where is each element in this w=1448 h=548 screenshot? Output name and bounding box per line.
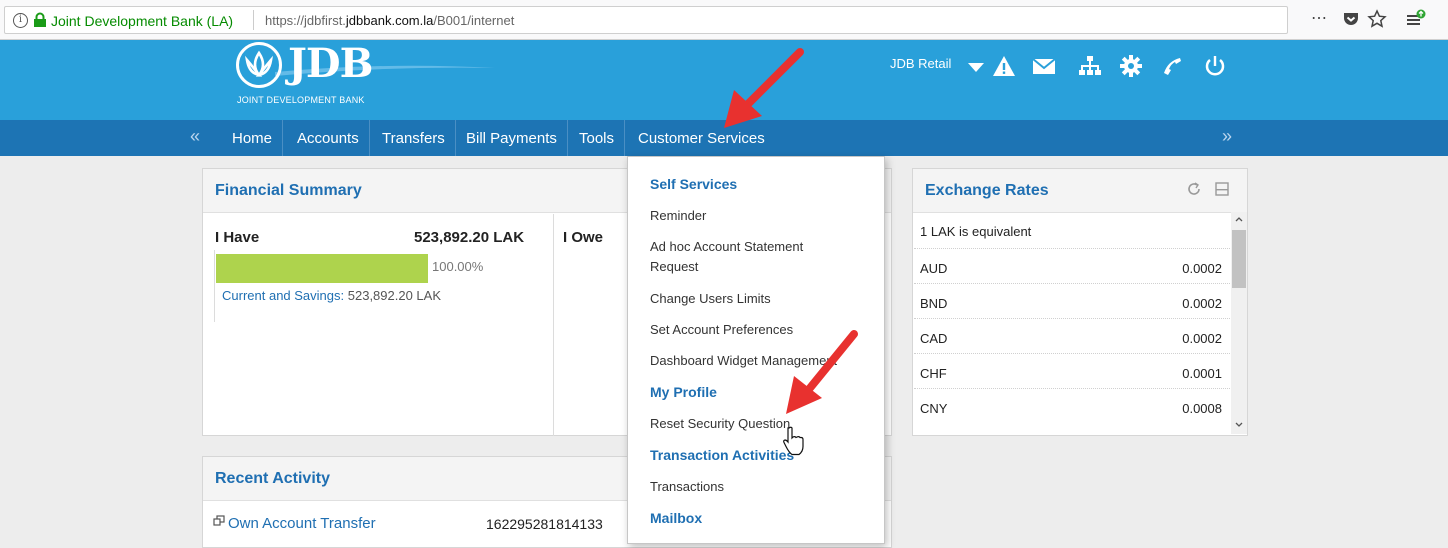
exchange-currency: CAD	[920, 331, 948, 346]
menu-item-change-user-limits[interactable]: Change Users Limits	[650, 289, 868, 309]
hand-cursor-icon	[783, 426, 804, 456]
nav-home[interactable]: Home	[222, 120, 284, 156]
exchange-value: 0.0008	[1182, 401, 1222, 416]
gear-icon[interactable]	[1119, 54, 1143, 78]
retail-label[interactable]: JDB Retail	[890, 56, 951, 71]
exchange-currency: CHF	[920, 366, 947, 381]
logo-lotus-icon	[236, 42, 282, 88]
exchange-currency: CNY	[920, 401, 948, 416]
exchange-value: 0.0002	[1182, 331, 1222, 346]
exchange-value: 0.0002	[1182, 261, 1222, 276]
warning-icon[interactable]	[992, 54, 1016, 78]
exchange-row: CHF 0.0001	[914, 354, 1230, 389]
nav-scroll-left-icon[interactable]: «	[190, 126, 200, 147]
lock-icon	[34, 12, 46, 27]
exchange-rates-title: Exchange Rates	[925, 182, 1049, 199]
summary-divider	[553, 214, 554, 436]
nav-accounts[interactable]: Accounts	[287, 120, 370, 156]
url-bar[interactable]: i Joint Development Bank (LA) https://jd…	[4, 6, 1288, 34]
recent-activity-title: Recent Activity	[215, 470, 330, 487]
exchange-row: AUD 0.0002	[914, 249, 1230, 284]
site-identity[interactable]: Joint Development Bank (LA)	[51, 13, 233, 29]
exchange-scrollbar-thumb[interactable]	[1232, 230, 1246, 288]
logo-subtitle: JOINT DEVELOPMENT BANK	[237, 95, 365, 105]
caret-down-icon[interactable]	[966, 54, 986, 78]
pocket-icon[interactable]	[1340, 8, 1362, 30]
page-actions-icon[interactable]: ⋯	[1308, 8, 1330, 30]
url-path: /B001/internet	[433, 13, 515, 28]
exchange-value: 0.0002	[1182, 296, 1222, 311]
exchange-value: 0.0001	[1182, 366, 1222, 381]
annotation-arrow	[724, 48, 804, 128]
exchange-row: CAD 0.0002	[914, 319, 1230, 354]
i-have-progress-bar[interactable]	[216, 254, 428, 283]
info-icon[interactable]: i	[13, 13, 28, 28]
power-icon[interactable]	[1203, 54, 1227, 78]
menu-heading-my-profile[interactable]: My Profile	[650, 384, 717, 400]
phone-icon[interactable]	[1160, 54, 1184, 78]
i-have-label: I Have	[215, 229, 260, 246]
menu-item-adhoc-statement[interactable]: Ad hoc Account Statement Request	[650, 237, 850, 277]
nav-tools[interactable]: Tools	[569, 120, 626, 156]
mail-icon[interactable]	[1032, 54, 1056, 78]
i-owe-label: I Owe	[563, 229, 604, 246]
i-have-percent: 100.00%	[432, 259, 484, 274]
nav-transfers[interactable]: Transfers	[372, 120, 456, 156]
logo-text[interactable]: JDB	[288, 40, 373, 87]
exchange-base-label: 1 LAK is equivalent	[920, 224, 1032, 239]
current-savings-amount: 523,892.20 LAK	[347, 288, 441, 303]
url-prefix: https://jdbfirst.	[265, 13, 346, 28]
nav-scroll-right-icon[interactable]: »	[1222, 126, 1232, 147]
refresh-icon[interactable]	[1186, 181, 1202, 197]
exchange-row: CNY 0.0008	[914, 389, 1230, 424]
menu-item-transactions[interactable]: Transactions	[650, 477, 868, 497]
scroll-up-icon[interactable]	[1234, 214, 1244, 224]
annotation-arrow	[786, 330, 858, 414]
exchange-base-row: 1 LAK is equivalent	[914, 214, 1230, 249]
bookmark-star-icon[interactable]	[1366, 8, 1388, 30]
nav-bill-payments[interactable]: Bill Payments	[456, 120, 568, 156]
current-savings-label: Current and Savings:	[222, 288, 345, 303]
financial-summary-title: Financial Summary	[215, 182, 362, 199]
scroll-down-icon[interactable]	[1234, 420, 1244, 430]
menu-heading-transaction-activities[interactable]: Transaction Activities	[650, 447, 794, 463]
exchange-row: BND 0.0002	[914, 284, 1230, 319]
current-savings-link[interactable]: Current and Savings: 523,892.20 LAK	[222, 288, 441, 303]
minimize-panel-icon[interactable]	[1214, 181, 1230, 197]
recent-activity-item-link[interactable]: Own Account Transfer	[228, 515, 376, 532]
sitemap-icon[interactable]	[1078, 54, 1102, 78]
browser-toolbar: i Joint Development Bank (LA) https://jd…	[0, 0, 1448, 40]
menu-item-reminder[interactable]: Reminder	[650, 206, 868, 226]
url-separator	[253, 10, 254, 30]
hamburger-menu-icon[interactable]	[1404, 8, 1426, 30]
recent-activity-ref: 162295281814133	[486, 516, 603, 532]
url-domain: jdbbank.com.la	[345, 13, 434, 28]
external-window-icon	[213, 515, 225, 526]
i-have-amount: 523,892.20 LAK	[414, 229, 525, 246]
menu-heading-mailbox[interactable]: Mailbox	[650, 510, 702, 526]
exchange-currency: AUD	[920, 261, 948, 276]
menu-heading-self-services[interactable]: Self Services	[650, 176, 737, 192]
bar-axis	[214, 250, 215, 322]
url-text[interactable]: https://jdbfirst.jdbbank.com.la/B001/int…	[265, 13, 514, 28]
exchange-currency: BND	[920, 296, 948, 311]
